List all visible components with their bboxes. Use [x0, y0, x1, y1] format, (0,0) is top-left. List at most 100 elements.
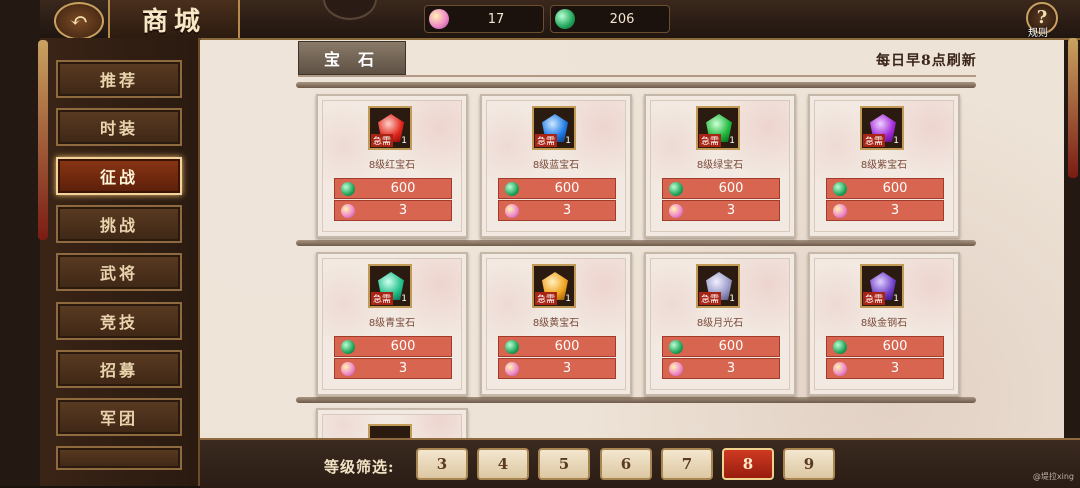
- back-button[interactable]: ↶: [54, 2, 104, 40]
- urgent-badge: 急需: [699, 292, 722, 305]
- lantern-decoration-right: [1068, 38, 1078, 178]
- item-name: 8级月光石: [696, 318, 744, 329]
- item-count: 1: [401, 294, 407, 304]
- sidebar-item-recruit[interactable]: 招募: [56, 350, 182, 388]
- price-gem[interactable]: 3: [334, 358, 452, 379]
- level-filter-label: 等级筛选:: [324, 458, 395, 476]
- currency-gem-value: 17: [487, 11, 505, 27]
- price-gem[interactable]: 3: [334, 200, 452, 221]
- level-filter-7[interactable]: 7: [661, 448, 713, 480]
- urgent-badge: 急需: [863, 292, 886, 305]
- sidebar-item-label: 军团: [99, 409, 138, 428]
- item-name: 8级黄宝石: [532, 318, 580, 329]
- refresh-note: 每日早8点刷新: [876, 53, 977, 69]
- price-jade-value: 600: [718, 339, 744, 354]
- level-filter-6[interactable]: 6: [600, 448, 652, 480]
- price-gem-value: 3: [562, 203, 572, 218]
- pink-gem-icon: [341, 203, 355, 218]
- price-gem[interactable]: 3: [826, 358, 944, 379]
- item-slot: 急需 1: [860, 264, 904, 308]
- urgent-badge: 急需: [863, 134, 886, 147]
- pink-gem-icon: [429, 9, 449, 29]
- price-gem[interactable]: 3: [662, 200, 780, 221]
- level-filter-value: 7: [681, 455, 693, 473]
- price-jade[interactable]: 600: [334, 178, 452, 199]
- price-gem-value: 3: [890, 203, 900, 218]
- currency-gem: 17: [424, 5, 544, 33]
- item-name: 8级金钢石: [860, 318, 908, 329]
- item-slot: 急需 1: [368, 264, 412, 308]
- rules-button[interactable]: ? 规则: [1022, 0, 1062, 39]
- level-filter-4[interactable]: 4: [477, 448, 529, 480]
- price-gem[interactable]: 3: [498, 200, 616, 221]
- level-filter-9[interactable]: 9: [783, 448, 835, 480]
- shop-item-card[interactable]: 急需 1 8级蓝宝石 600 3: [480, 94, 632, 238]
- price-gem[interactable]: 3: [826, 200, 944, 221]
- shop-item-card[interactable]: 急需 1 8级金钢石 600 3: [808, 252, 960, 396]
- item-count: 1: [729, 294, 735, 304]
- game-screen: ↶ 商城 17 206 ? 规则 推荐 时装 征战 挑战 武将 竞技 招募 军团…: [0, 0, 1080, 488]
- pink-gem-icon: [505, 361, 519, 376]
- price-jade[interactable]: 600: [662, 336, 780, 357]
- tab-gems-label: 宝石: [323, 50, 392, 69]
- price-gem[interactable]: 3: [498, 358, 616, 379]
- price-gem-value: 3: [562, 361, 572, 376]
- green-jade-icon: [505, 339, 519, 354]
- price-jade[interactable]: 600: [662, 178, 780, 199]
- item-name: 8级蓝宝石: [532, 160, 580, 171]
- item-slot: 急需 1: [532, 264, 576, 308]
- sidebar-item-recommend[interactable]: 推荐: [56, 60, 182, 98]
- header-divider: [298, 75, 976, 77]
- hanging-rod: [296, 82, 976, 88]
- urgent-badge: 急需: [371, 134, 394, 147]
- item-slot: 急需 1: [860, 106, 904, 150]
- price-gem-value: 3: [398, 203, 408, 218]
- price-jade[interactable]: 600: [826, 178, 944, 199]
- price-jade-value: 600: [718, 181, 744, 196]
- item-slot: 急需 1: [696, 264, 740, 308]
- sidebar-item-arena[interactable]: 竞技: [56, 302, 182, 340]
- level-filter-value: 5: [558, 455, 570, 473]
- price-jade[interactable]: 600: [826, 336, 944, 357]
- shop-item-card[interactable]: [316, 408, 468, 438]
- sidebar-item-generals[interactable]: 武将: [56, 253, 182, 291]
- green-jade-icon: [341, 339, 355, 354]
- sidebar-item-challenge[interactable]: 挑战: [56, 205, 182, 243]
- shop-item-card[interactable]: 急需 1 8级紫宝石 600 3: [808, 94, 960, 238]
- shop-item-card[interactable]: 急需 1 8级黄宝石 600 3: [480, 252, 632, 396]
- back-arrow-icon: ↶: [69, 8, 89, 34]
- level-filter-5[interactable]: 5: [538, 448, 590, 480]
- shop-item-card[interactable]: 急需 1 8级青宝石 600 3: [316, 252, 468, 396]
- price-jade-value: 600: [554, 181, 580, 196]
- page-title-plate: 商城: [108, 0, 240, 38]
- sidebar-item-more[interactable]: [56, 446, 182, 470]
- shop-item-card[interactable]: 急需 1 8级月光石 600 3: [644, 252, 796, 396]
- price-gem-value: 3: [726, 361, 736, 376]
- price-gem-value: 3: [726, 203, 736, 218]
- sidebar-item-campaign[interactable]: 征战: [56, 157, 182, 195]
- shop-item-card[interactable]: 急需 1 8级绿宝石 600 3: [644, 94, 796, 238]
- item-name: 8级青宝石: [368, 318, 416, 329]
- price-jade[interactable]: 600: [498, 178, 616, 199]
- level-filter-8[interactable]: 8: [722, 448, 774, 480]
- price-jade[interactable]: 600: [334, 336, 452, 357]
- price-gem[interactable]: 3: [662, 358, 780, 379]
- price-jade[interactable]: 600: [498, 336, 616, 357]
- level-filter-3[interactable]: 3: [416, 448, 468, 480]
- green-jade-icon: [341, 181, 355, 196]
- price-jade-value: 600: [390, 181, 416, 196]
- level-filter-value: 8: [742, 455, 754, 473]
- level-filter-bar: 等级筛选: 3 4 5 6 7 8 9 @堤拉xing: [200, 438, 1080, 488]
- currency-jade-value: 206: [609, 11, 635, 27]
- shop-item-card[interactable]: 急需 1 8级红宝石 600 3: [316, 94, 468, 238]
- green-jade-icon: [555, 9, 575, 29]
- sidebar-item-fashion[interactable]: 时装: [56, 108, 182, 146]
- pink-gem-icon: [669, 361, 683, 376]
- level-filter-value: 9: [803, 455, 815, 473]
- sidebar-item-legion[interactable]: 军团: [56, 398, 182, 436]
- tab-gems[interactable]: 宝石: [298, 41, 406, 75]
- price-gem-value: 3: [398, 361, 408, 376]
- pink-gem-icon: [669, 203, 683, 218]
- shop-panel: 宝石 每日早8点刷新 急需 1 8级红宝石 600 3 急需 1 8级蓝宝石 6…: [200, 40, 1064, 438]
- price-gem-value: 3: [890, 361, 900, 376]
